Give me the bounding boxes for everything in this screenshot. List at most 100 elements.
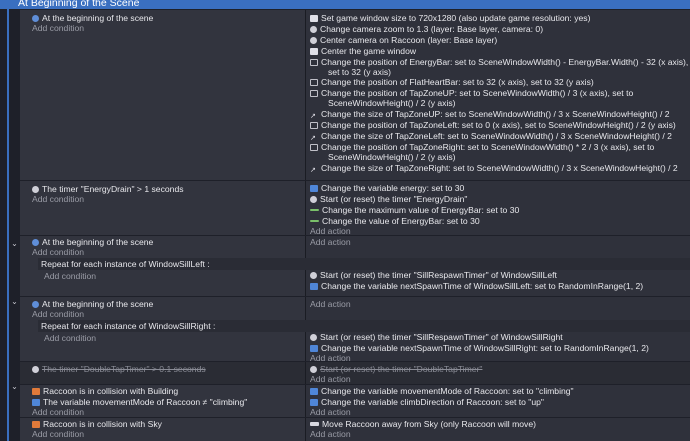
action-row[interactable]: Change the variable nextSpawnTime of Win… xyxy=(310,281,643,291)
move-icon xyxy=(310,422,319,426)
repeat-actions-column[interactable]: Start (or reset) the timer "SillRespawnT… xyxy=(306,270,690,296)
event-block[interactable]: At the beginning of the scene Add condit… xyxy=(20,297,690,363)
resize-icon: ↗ xyxy=(310,135,316,142)
repeat-conditions-column[interactable]: Add condition xyxy=(38,270,305,296)
action-row-continuation: set to 32 (y axis) xyxy=(328,67,392,77)
add-condition-link[interactable]: Add condition xyxy=(32,194,84,204)
condition-row[interactable]: At the beginning of the scene xyxy=(32,13,153,23)
action-row[interactable]: Start (or reset) the timer "EnergyDrain" xyxy=(310,194,467,204)
collapse-chevron-icon[interactable]: ⌄ xyxy=(10,297,19,306)
condition-row[interactable]: Raccoon is in collision with Sky xyxy=(32,419,162,429)
repeat-actions-column[interactable]: Start (or reset) the timer "SillRespawnT… xyxy=(306,332,690,363)
timer-icon xyxy=(310,196,317,203)
condition-row[interactable]: At the beginning of the scene xyxy=(32,299,153,309)
action-row[interactable]: Move Raccoon away from Sky (only Raccoon… xyxy=(310,419,536,429)
event-block[interactable]: At the beginning of the scene Add condit… xyxy=(20,10,690,180)
add-condition-link[interactable]: Add condition xyxy=(32,247,84,257)
action-row[interactable]: Center camera on Raccoon (layer: Base la… xyxy=(310,35,497,45)
action-row[interactable]: Change the maximum value of EnergyBar: s… xyxy=(310,205,519,215)
add-condition-link[interactable]: Add condition xyxy=(32,309,84,319)
event-block[interactable]: Raccoon is in collision with Building Th… xyxy=(20,385,690,417)
event-block[interactable]: Raccoon is in collision with Sky Add con… xyxy=(20,418,690,441)
action-row[interactable]: Change the variable nextSpawnTime of Win… xyxy=(310,343,649,353)
repeat-loop-header[interactable]: Repeat for each instance of WindowSillRi… xyxy=(38,320,690,332)
variable-icon xyxy=(310,283,318,290)
conditions-column[interactable]: At the beginning of the scene Add condit… xyxy=(20,10,305,180)
action-row[interactable]: Change camera zoom to 1.3 (layer: Base l… xyxy=(310,24,543,34)
add-action-link[interactable]: Add action xyxy=(310,237,351,247)
action-row[interactable]: Start (or reset) the timer "SillRespawnT… xyxy=(310,332,563,342)
variable-icon xyxy=(310,345,318,352)
scene-icon xyxy=(32,301,39,308)
action-row[interactable]: Change the position of TapZoneRight: set… xyxy=(310,142,654,152)
repeat-loop-header[interactable]: Repeat for each instance of WindowSillLe… xyxy=(38,258,690,270)
window-icon xyxy=(310,48,318,55)
repeat-conditions-column[interactable]: Add condition xyxy=(38,332,305,361)
add-condition-link[interactable]: Add condition xyxy=(32,407,84,417)
collapse-chevron-icon[interactable]: ⌄ xyxy=(10,239,19,248)
conditions-column[interactable]: Raccoon is in collision with Building Th… xyxy=(20,385,305,417)
action-row[interactable]: ↗ Change the size of TapZoneUP: set to Sc… xyxy=(310,109,670,120)
camera-icon xyxy=(310,26,317,33)
add-condition-link[interactable]: Add condition xyxy=(32,23,84,33)
add-condition-link[interactable]: Add condition xyxy=(32,429,84,439)
group-title: At Beginning of the Scene xyxy=(18,0,140,9)
actions-column[interactable]: Set game window size to 720x1280 (also u… xyxy=(306,10,690,180)
action-row[interactable]: Start (or reset) the timer "SillRespawnT… xyxy=(310,270,557,280)
actions-column[interactable]: Change the variable energy: set to 30 St… xyxy=(306,181,690,236)
repeat-label: Repeat for each instance of WindowSillLe… xyxy=(41,259,210,269)
action-row[interactable]: Change the position of EnergyBar: set to… xyxy=(310,57,688,67)
collision-icon xyxy=(32,388,40,395)
scene-icon xyxy=(32,15,39,22)
timer-icon xyxy=(32,186,39,193)
action-row[interactable]: Change the variable energy: set to 30 xyxy=(310,183,464,193)
add-action-link[interactable]: Add action xyxy=(310,374,351,384)
condition-row[interactable]: The variable movementMode of Raccoon ≠ "… xyxy=(32,397,247,407)
event-group-header[interactable]: At Beginning of the Scene xyxy=(0,0,690,9)
conditions-column[interactable]: The timer "DoubleTapTimer" > 0.1 seconds xyxy=(20,362,305,384)
collapse-chevron-icon[interactable]: ⌄ xyxy=(10,382,19,391)
add-action-link[interactable]: Add action xyxy=(310,299,351,309)
resize-icon: ↗ xyxy=(310,167,316,174)
action-row[interactable]: Change the position of FlatHeartBar: set… xyxy=(310,77,594,87)
action-row[interactable]: Center the game window xyxy=(310,46,416,56)
condition-row[interactable]: At the beginning of the scene xyxy=(32,237,153,247)
bar-icon xyxy=(310,209,319,211)
conditions-column[interactable]: Raccoon is in collision with Sky Add con… xyxy=(20,418,305,441)
timer-icon xyxy=(310,272,317,279)
add-condition-link[interactable]: Add condition xyxy=(44,271,96,281)
action-row-continuation: SceneWindowHeight() / 2 (y axis) xyxy=(328,152,456,162)
action-row[interactable]: Start (or reset) the timer "DoubleTapTim… xyxy=(310,364,482,374)
event-block[interactable]: The timer "EnergyDrain" > 1 seconds Add … xyxy=(20,181,690,236)
action-row[interactable]: Set game window size to 720x1280 (also u… xyxy=(310,13,590,23)
variable-icon xyxy=(310,388,318,395)
add-action-link[interactable]: Add action xyxy=(310,429,351,439)
timer-icon xyxy=(32,366,39,373)
add-action-link[interactable]: Add action xyxy=(310,407,351,417)
position-icon xyxy=(310,90,318,97)
actions-column[interactable]: Move Raccoon away from Sky (only Raccoon… xyxy=(306,418,690,441)
add-action-link[interactable]: Add action xyxy=(310,226,351,236)
position-icon xyxy=(310,144,318,151)
scene-icon xyxy=(32,239,39,246)
action-row-continuation: SceneWindowHeight() / 2 (y axis) xyxy=(328,98,456,108)
action-row[interactable]: ↗ Change the size of TapZoneRight: set to… xyxy=(310,163,678,174)
event-block[interactable]: At the beginning of the scene Add condit… xyxy=(20,236,690,296)
timer-icon xyxy=(310,366,317,373)
condition-row[interactable]: The timer "EnergyDrain" > 1 seconds xyxy=(32,184,184,194)
conditions-column[interactable]: The timer "EnergyDrain" > 1 seconds Add … xyxy=(20,181,305,235)
variable-icon xyxy=(32,399,40,406)
action-row[interactable]: Change the position of TapZoneUP: set to… xyxy=(310,88,633,98)
event-block-disabled[interactable]: The timer "DoubleTapTimer" > 0.1 seconds… xyxy=(20,362,690,384)
action-row[interactable]: Change the value of EnergyBar: set to 30 xyxy=(310,216,480,226)
actions-column[interactable]: Change the variable movementMode of Racc… xyxy=(306,385,690,417)
actions-column[interactable]: Start (or reset) the timer "DoubleTapTim… xyxy=(306,362,690,384)
action-row[interactable]: Change the position of TapZoneLeft: set … xyxy=(310,120,676,130)
condition-row[interactable]: Raccoon is in collision with Building xyxy=(32,386,178,396)
action-row[interactable]: Change the variable movementMode of Racc… xyxy=(310,386,574,396)
action-row[interactable]: ↗ Change the size of TapZoneLeft: set to … xyxy=(310,131,672,142)
condition-row[interactable]: The timer "DoubleTapTimer" > 0.1 seconds xyxy=(32,364,206,374)
add-condition-link[interactable]: Add condition xyxy=(44,333,96,343)
action-row[interactable]: Change the variable climbDirection of Ra… xyxy=(310,397,544,407)
variable-icon xyxy=(310,185,318,192)
